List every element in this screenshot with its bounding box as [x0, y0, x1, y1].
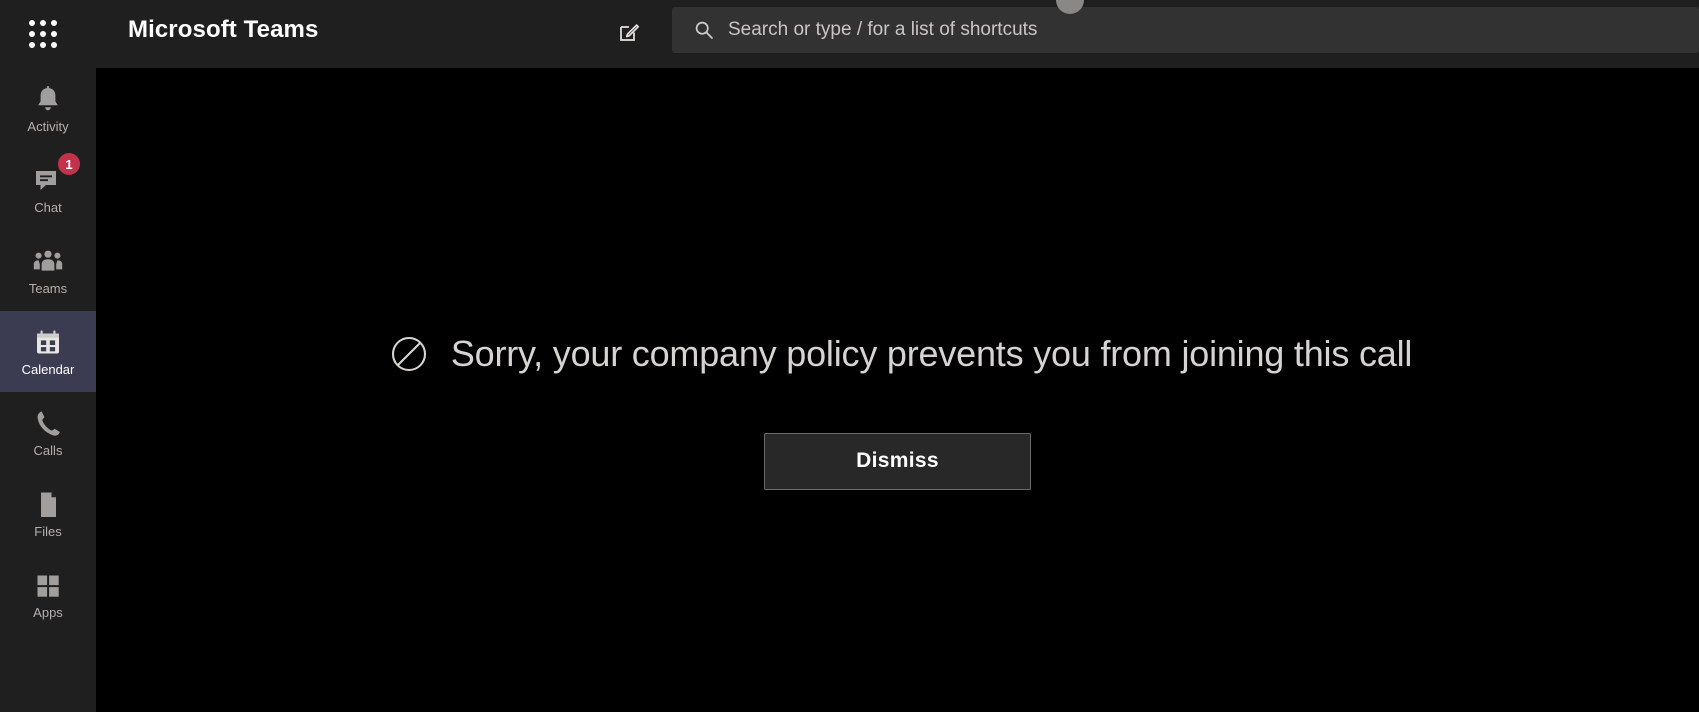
call-blocked-message-row: Sorry, your company policy prevents you … [383, 333, 1412, 375]
main-content-area: Sorry, your company policy prevents you … [96, 68, 1699, 712]
compose-new-chat-icon [617, 20, 641, 49]
page-title: Microsoft Teams [128, 16, 319, 43]
left-navigation-rail: Activity 1 Chat Teams Calendar Calls Fil… [0, 68, 96, 712]
sidebar-item-label: Apps [33, 605, 63, 620]
prohibited-circle-slash-icon [389, 334, 429, 374]
sidebar-item-label: Chat [34, 200, 62, 215]
calendar-icon [33, 326, 63, 360]
status-badge: 1 [58, 153, 80, 175]
sidebar-item-calendar[interactable]: Calendar [0, 311, 96, 392]
teams-app-window: Microsoft Teams Search or type / for a l… [0, 0, 1699, 712]
search-icon [694, 20, 714, 40]
app-launcher-grid-icon[interactable] [23, 14, 63, 54]
sidebar-item-apps[interactable]: Apps [0, 554, 96, 635]
sidebar-item-chat[interactable]: 1 Chat [0, 149, 96, 230]
sidebar-item-label: Calendar [21, 362, 75, 377]
sidebar-item-files[interactable]: Files [0, 473, 96, 554]
apps-grid-icon [34, 569, 62, 603]
search-bar[interactable]: Search or type / for a list of shortcuts [672, 7, 1699, 53]
chat-bubble-icon: 1 [33, 153, 80, 198]
file-document-icon [35, 488, 61, 522]
call-blocked-panel: Sorry, your company policy prevents you … [96, 68, 1699, 712]
sidebar-item-activity[interactable]: Activity [0, 68, 96, 149]
app-header: Microsoft Teams Search or type / for a l… [0, 0, 1699, 68]
sidebar-item-label: Activity [27, 119, 69, 134]
compose-new-chat-button[interactable] [610, 16, 648, 52]
dismiss-button[interactable]: Dismiss [764, 432, 1031, 490]
sidebar-item-calls[interactable]: Calls [0, 392, 96, 473]
phone-icon [34, 407, 62, 441]
sidebar-item-label: Teams [28, 281, 68, 296]
sidebar-item-label: Files [34, 524, 62, 539]
sidebar-item-teams[interactable]: Teams [0, 230, 96, 311]
people-group-icon [32, 245, 64, 279]
call-blocked-message: Sorry, your company policy prevents you … [450, 332, 1413, 374]
bell-icon [34, 83, 62, 117]
search-input[interactable]: Search or type / for a list of shortcuts [728, 19, 1037, 41]
sidebar-item-label: Calls [33, 443, 63, 458]
